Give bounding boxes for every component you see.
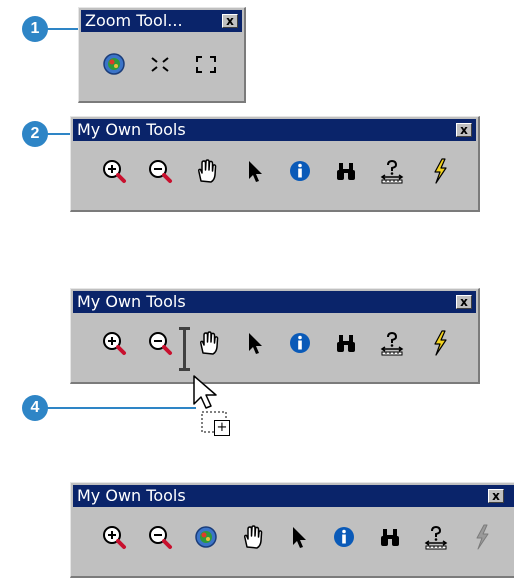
close-button[interactable]: x xyxy=(222,14,238,28)
step-2-badge: 2 xyxy=(22,121,48,147)
identify-icon[interactable] xyxy=(287,157,313,185)
step-2-leader xyxy=(46,133,72,135)
measure-icon[interactable] xyxy=(379,329,405,357)
identify-icon[interactable] xyxy=(287,329,313,357)
full-extent-icon[interactable] xyxy=(193,523,219,551)
step-1-badge: 1 xyxy=(22,16,48,42)
full-extent-icon[interactable] xyxy=(101,50,127,78)
hyperlink-lightning-icon[interactable] xyxy=(427,329,453,357)
toolbar-title: Zoom Tool... xyxy=(85,11,183,30)
toolbar-titlebar[interactable]: My Own Tools x xyxy=(73,291,476,313)
close-button[interactable]: x xyxy=(488,489,504,503)
pan-hand-icon[interactable] xyxy=(239,523,265,551)
find-binoculars-icon[interactable] xyxy=(333,157,359,185)
step-4-leader xyxy=(46,407,196,409)
measure-icon[interactable] xyxy=(379,157,405,185)
hyperlink-lightning-icon[interactable] xyxy=(427,157,453,185)
fixed-zoom-in-icon[interactable] xyxy=(147,50,173,78)
insertion-bar xyxy=(179,327,190,371)
toolbar-titlebar[interactable]: My Own Tools x xyxy=(73,119,476,141)
zoom-in-icon[interactable] xyxy=(101,523,127,551)
step-1-leader xyxy=(46,28,80,30)
toolbar-titlebar[interactable]: My Own Tools x xyxy=(73,485,514,507)
step-4-badge: 4 xyxy=(22,395,48,421)
zoom-in-icon[interactable] xyxy=(101,329,127,357)
fixed-zoom-out-icon[interactable] xyxy=(193,50,219,78)
select-arrow-icon[interactable] xyxy=(241,329,267,357)
copy-plus-badge: + xyxy=(214,420,230,436)
select-arrow-icon[interactable] xyxy=(285,523,311,551)
measure-icon[interactable] xyxy=(423,523,449,551)
find-binoculars-icon[interactable] xyxy=(333,329,359,357)
zoom-in-icon[interactable] xyxy=(101,157,127,185)
toolbar-title: My Own Tools xyxy=(77,292,186,311)
hyperlink-lightning-icon[interactable] xyxy=(469,523,495,551)
pan-hand-icon[interactable] xyxy=(195,329,221,357)
close-button[interactable]: x xyxy=(456,295,472,309)
find-binoculars-icon[interactable] xyxy=(377,523,403,551)
identify-icon[interactable] xyxy=(331,523,357,551)
my-own-tools-toolbar-dragging[interactable]: My Own Tools x xyxy=(70,288,480,384)
pan-hand-icon[interactable] xyxy=(193,157,219,185)
toolbar-title: My Own Tools xyxy=(77,120,186,139)
my-own-tools-toolbar[interactable]: My Own Tools x xyxy=(70,116,480,212)
toolbar-title: My Own Tools xyxy=(77,486,186,505)
close-button[interactable]: x xyxy=(456,123,472,137)
zoom-out-icon[interactable] xyxy=(147,329,173,357)
toolbar-titlebar[interactable]: Zoom Tool... x xyxy=(81,10,242,32)
drag-copy-cursor-icon: + xyxy=(192,374,248,444)
zoom-out-icon[interactable] xyxy=(147,523,173,551)
zoom-tools-toolbar[interactable]: Zoom Tool... x xyxy=(78,7,246,103)
zoom-out-icon[interactable] xyxy=(147,157,173,185)
my-own-tools-toolbar-updated[interactable]: My Own Tools x xyxy=(70,482,514,578)
select-arrow-icon[interactable] xyxy=(241,157,267,185)
